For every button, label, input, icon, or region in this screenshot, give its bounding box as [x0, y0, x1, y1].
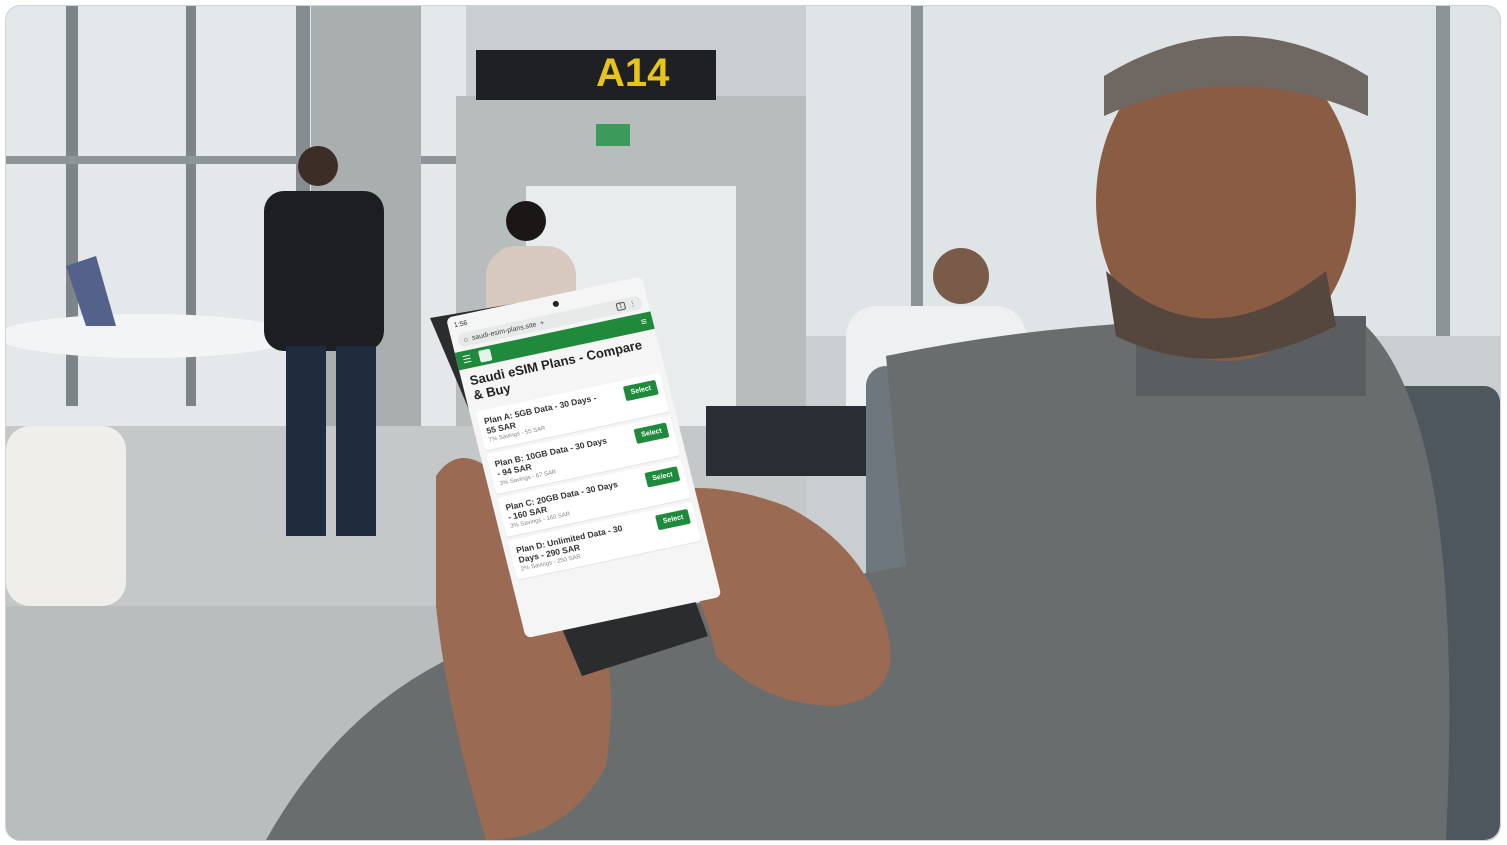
select-button[interactable]: Select — [644, 465, 681, 488]
exit-sign — [596, 124, 630, 146]
more-menu-icon[interactable]: ⋮ — [628, 299, 637, 308]
menu-icon[interactable]: ≡ — [640, 316, 648, 328]
status-time: 1:56 — [453, 319, 469, 329]
home-icon[interactable]: ⌂ — [463, 335, 469, 343]
tab-count[interactable]: 1 — [615, 301, 627, 312]
photo-frame: A14 1:56 ⌂ saudi-esim-plans.site + 1 ⋮ ☰… — [6, 6, 1500, 840]
camera-hole — [551, 300, 560, 308]
select-button[interactable]: Select — [623, 379, 659, 402]
gate-sign-text: A14 — [596, 51, 670, 95]
left-person — [6, 426, 126, 606]
hamburger-menu-icon[interactable]: ☰ — [461, 353, 472, 366]
walking-man — [264, 191, 384, 351]
select-button[interactable]: Select — [633, 422, 670, 445]
airplane — [6, 314, 296, 358]
site-logo — [477, 348, 493, 363]
add-tab-icon[interactable]: + — [539, 319, 545, 327]
airport-scene: A14 — [6, 6, 1500, 840]
select-button[interactable]: Select — [655, 508, 691, 531]
